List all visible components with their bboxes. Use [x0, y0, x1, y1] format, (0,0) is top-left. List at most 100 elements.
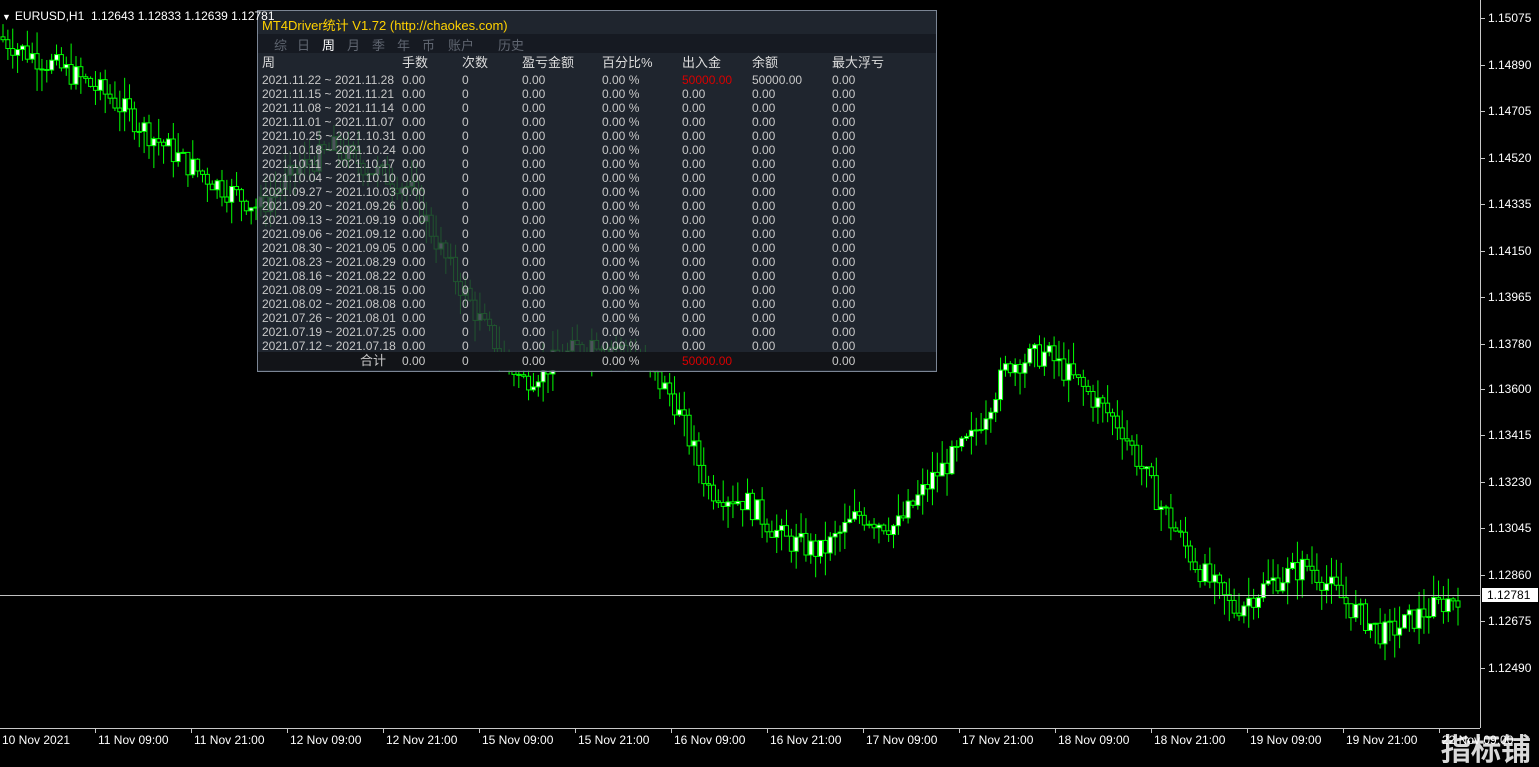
- candle-body: [1017, 363, 1023, 374]
- time-tick: 18 Nov 21:00: [1150, 729, 1226, 747]
- candle-body: [657, 371, 663, 390]
- table-cell: 0.00: [522, 87, 546, 101]
- candle-body: [701, 464, 707, 485]
- tab-0[interactable]: 综: [274, 35, 287, 54]
- candle-body: [929, 471, 935, 490]
- candle-body: [735, 500, 741, 505]
- table-cell: 0.00: [752, 171, 776, 185]
- table-cell: 0.00: [752, 185, 776, 199]
- table-cell: 0.00: [832, 227, 856, 241]
- candle-body: [209, 183, 215, 191]
- table-cell: 0: [462, 297, 469, 311]
- time-tick: 11 Nov 21:00: [191, 729, 265, 747]
- table-cell: 2021.11.08 ~ 2021.11.14: [262, 101, 395, 115]
- candle-body: [5, 39, 11, 50]
- candle-body: [156, 138, 162, 143]
- table-cell: 0.00: [752, 157, 776, 171]
- tab-1[interactable]: 日: [297, 35, 310, 54]
- tab-7[interactable]: 账户: [448, 35, 474, 54]
- table-cell: 0.00: [752, 143, 776, 157]
- table-cell: 0.00: [522, 227, 546, 241]
- price-axis[interactable]: 1.15075 1.14890 1.14705 1.14520 1.14335 1.141…: [1480, 0, 1539, 728]
- table-cell: 0: [462, 185, 469, 199]
- table-cell: 2021.11.22 ~ 2021.11.28: [262, 73, 395, 87]
- candle-body: [730, 501, 736, 505]
- table-cell: 0.00: [752, 227, 776, 241]
- tab-6[interactable]: 币: [422, 35, 435, 54]
- table-cell: 0.00: [832, 73, 856, 87]
- table-cell: 0.00: [402, 129, 426, 143]
- candle-body: [1358, 603, 1364, 606]
- table-cell: 0.00: [682, 297, 706, 311]
- dropdown-triangle-icon[interactable]: ▼: [2, 12, 11, 22]
- column-header: 盈亏金额: [522, 55, 575, 70]
- table-cell: 2021.09.13 ~ 2021.09.19: [262, 213, 396, 227]
- price-tick: 1.14520: [1481, 151, 1531, 165]
- candle-body: [1328, 576, 1334, 585]
- candle-body: [1105, 402, 1111, 414]
- candle-body: [1148, 466, 1154, 477]
- column-header: 百分比%: [602, 55, 653, 70]
- candle-body: [204, 173, 210, 185]
- table-cell: 0.00: [832, 115, 856, 129]
- table-cell: 0.00: [522, 339, 546, 353]
- table-cell: 0.00: [522, 325, 546, 339]
- candle-body: [1343, 597, 1349, 605]
- candle-body: [1436, 596, 1442, 600]
- table-cell: 0.00: [832, 297, 856, 311]
- candle-body: [219, 180, 225, 198]
- candle-body: [764, 523, 770, 533]
- table-cell: 0: [462, 283, 469, 297]
- candle-body: [15, 49, 21, 56]
- candle-body: [803, 532, 809, 556]
- candle-body: [1246, 597, 1252, 607]
- price-tick: 1.14705: [1481, 104, 1531, 118]
- table-cell: 0.00: [402, 115, 426, 129]
- table-cell: 2021.07.26 ~ 2021.08.01: [262, 311, 396, 325]
- chart-area[interactable]: ▼ EURUSD,H1 1.12643 1.12833 1.12639 1.127…: [0, 0, 1480, 728]
- time-axis[interactable]: 10 Nov 2021 11 Nov 09:00 11 Nov 21:00 12 No…: [0, 728, 1513, 752]
- candle-body: [1041, 351, 1047, 367]
- tab-3[interactable]: 月: [347, 35, 360, 54]
- candle-body: [224, 196, 230, 203]
- candle-body: [1319, 581, 1325, 591]
- table-cell: 0.00: [682, 311, 706, 325]
- table-cell: 0.00: [682, 157, 706, 171]
- tab-2[interactable]: 周: [322, 35, 335, 54]
- time-tick: 10 Nov 2021: [2, 733, 71, 747]
- table-cell: 0.00: [682, 339, 706, 353]
- candle-body: [1445, 598, 1451, 613]
- candle-body: [808, 540, 814, 556]
- table-cell: 0.00: [522, 297, 546, 311]
- table-cell: 0: [462, 129, 469, 143]
- table-cell: 0.00 %: [602, 269, 640, 283]
- candle-body: [1450, 598, 1456, 602]
- candle-body: [1416, 608, 1422, 629]
- candle-body: [745, 492, 751, 511]
- tab-5[interactable]: 年: [397, 35, 410, 54]
- candle-body: [238, 189, 244, 202]
- table-cell: 0.00: [402, 101, 426, 115]
- candle-body: [783, 525, 789, 537]
- tab-4[interactable]: 季: [372, 35, 385, 54]
- candle-body: [691, 440, 697, 447]
- table-cell: 0.00 %: [602, 87, 640, 101]
- stats-panel[interactable]: MT4Driver统计 V1.72 (http://chaokes.com) 综…: [257, 10, 937, 372]
- table-cell: 0.00: [832, 269, 856, 283]
- candle-body: [1324, 583, 1330, 591]
- candle-body: [73, 66, 79, 85]
- panel-title: MT4Driver统计 V1.72 (http://chaokes.com): [262, 18, 508, 33]
- candle-body: [229, 185, 235, 203]
- candle-body: [1304, 558, 1310, 567]
- table-cell: 0.00: [522, 311, 546, 325]
- candle-body: [1377, 622, 1383, 645]
- table-cell: 0.00: [402, 325, 426, 339]
- table-cell: 0: [462, 325, 469, 339]
- tab-8[interactable]: 历史: [498, 35, 524, 54]
- time-tick: 16 Nov 09:00: [670, 729, 746, 747]
- ohlc-high: 1.12833: [137, 9, 182, 23]
- candle-body: [1080, 376, 1086, 387]
- candle-body: [1265, 580, 1271, 585]
- candle-body: [54, 54, 60, 61]
- price-tick: 1.15075: [1481, 11, 1531, 25]
